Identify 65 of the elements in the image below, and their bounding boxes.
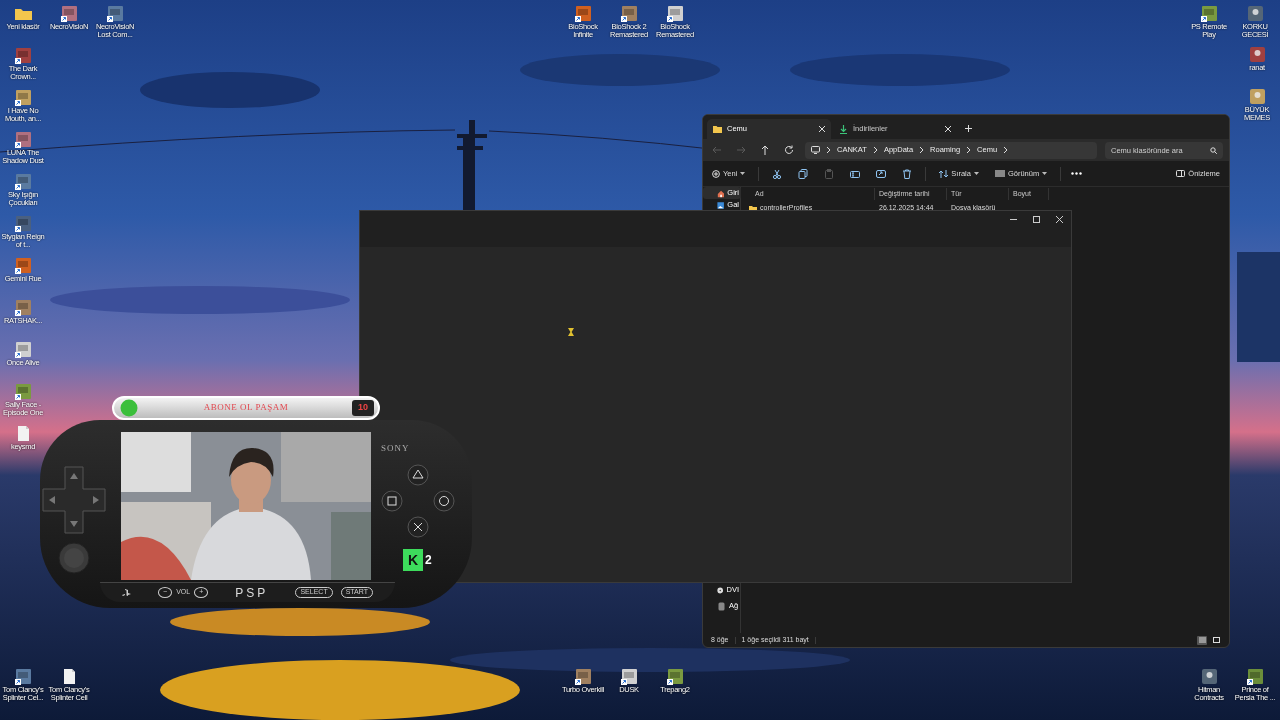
shortcut-icon[interactable]	[666, 668, 684, 685]
shortcut-icon[interactable]	[14, 89, 32, 106]
caret-icon	[973, 172, 979, 175]
folder-icon	[713, 125, 722, 133]
close-icon[interactable]	[945, 125, 951, 132]
disc-icon	[717, 585, 724, 595]
shortcut-icon[interactable]	[106, 5, 124, 22]
brand-text: SONY	[381, 442, 410, 455]
shortcut-icon[interactable]	[14, 131, 32, 148]
share-icon[interactable]	[876, 168, 887, 179]
scissors-icon[interactable]	[772, 168, 783, 179]
shortcut-icon[interactable]	[1246, 668, 1264, 685]
shortcut-icon[interactable]	[14, 215, 32, 232]
view-icon	[994, 170, 1005, 177]
playstation-logo-icon	[122, 588, 131, 597]
plus-icon[interactable]	[965, 125, 972, 132]
tiles-view-button[interactable]	[1211, 635, 1221, 645]
face-buttons-icon	[380, 463, 456, 539]
subscribe-banner: ABONE OL PAŞAM 10	[112, 396, 380, 420]
more-icon[interactable]	[1071, 172, 1083, 175]
caret-icon	[1042, 172, 1048, 175]
preview-pane-icon	[1176, 170, 1186, 177]
maximize-icon[interactable]	[1033, 215, 1040, 223]
copy-icon[interactable]	[798, 168, 809, 179]
plus-circle-icon	[712, 169, 720, 178]
logo-number: 2	[425, 552, 432, 569]
gallery-icon	[717, 200, 725, 210]
chevron-icon	[1003, 146, 1009, 154]
rename-icon[interactable]	[850, 168, 861, 179]
logo-letter: K	[403, 549, 423, 571]
shortcut-icon[interactable]	[14, 257, 32, 274]
shortcut-icon[interactable]	[620, 5, 638, 22]
monitor-icon	[811, 146, 820, 154]
shortcut-icon[interactable]	[1200, 5, 1218, 22]
up-arrow-icon[interactable]	[759, 144, 771, 156]
trash-icon[interactable]	[902, 168, 913, 179]
dpad-icon	[39, 465, 109, 535]
app-icon[interactable]	[1248, 88, 1266, 105]
shortcut-icon[interactable]	[14, 668, 32, 685]
search-icon	[1210, 146, 1217, 154]
chevron-icon	[919, 146, 925, 154]
close-icon[interactable]	[819, 125, 825, 132]
shortcut-icon[interactable]	[574, 668, 592, 685]
shortcut-icon[interactable]	[14, 173, 32, 190]
app-icon[interactable]	[1246, 5, 1264, 22]
home-icon	[717, 188, 725, 198]
details-view-button[interactable]	[1197, 635, 1207, 645]
shortcut-icon[interactable]	[574, 5, 592, 22]
download-icon	[839, 124, 848, 134]
shortcut-icon[interactable]	[14, 47, 32, 64]
caret-icon	[740, 172, 746, 175]
sort-icon	[939, 169, 949, 178]
status-dot-icon	[118, 399, 140, 417]
analog-stick-icon	[58, 542, 90, 574]
app-icon[interactable]	[1248, 46, 1266, 63]
chevron-icon	[966, 146, 972, 154]
close-icon[interactable]	[1056, 215, 1063, 223]
refresh-icon[interactable]	[783, 144, 795, 156]
shortcut-icon[interactable]	[666, 5, 684, 22]
chevron-icon	[826, 146, 831, 154]
chevron-icon	[872, 146, 878, 154]
shortcut-icon[interactable]	[620, 668, 638, 685]
logo-text: PSP	[235, 584, 269, 602]
app-icon[interactable]	[1200, 668, 1218, 685]
shortcut-icon[interactable]	[60, 5, 78, 22]
